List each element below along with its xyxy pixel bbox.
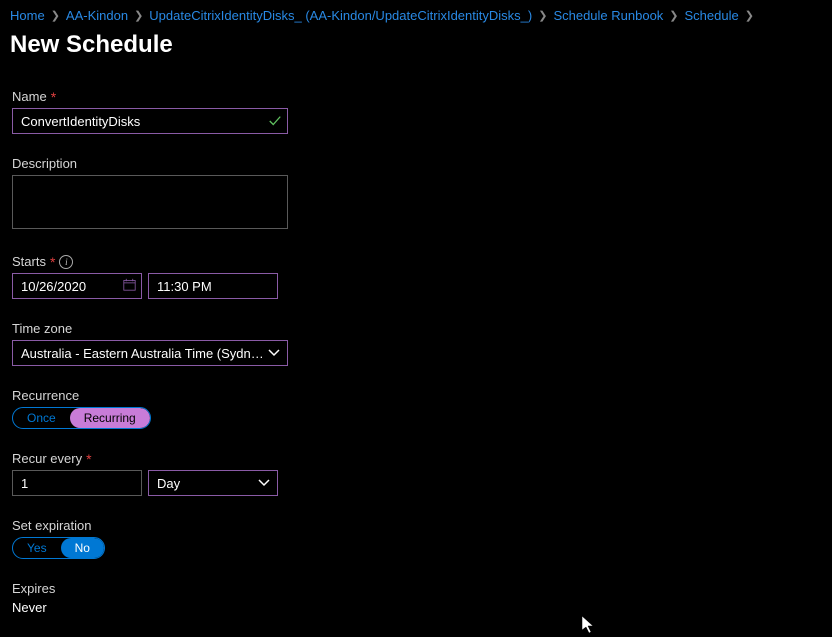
check-icon: [268, 114, 282, 128]
expiration-no[interactable]: No: [61, 538, 104, 558]
chevron-right-icon: ❯: [745, 9, 754, 22]
new-schedule-form: Name * Description Starts * i: [10, 89, 822, 615]
description-label: Description: [12, 156, 77, 171]
recurrence-recurring[interactable]: Recurring: [70, 408, 150, 428]
calendar-icon[interactable]: [123, 278, 136, 294]
expiration-toggle: Yes No: [12, 537, 105, 559]
start-time-input[interactable]: [148, 273, 278, 299]
expires-value: Never: [12, 600, 822, 615]
recurrence-once[interactable]: Once: [13, 408, 70, 428]
required-icon: *: [50, 255, 55, 269]
recur-count-input[interactable]: [12, 470, 142, 496]
page-title: New Schedule: [10, 31, 822, 59]
recur-every-label: Recur every: [12, 451, 82, 466]
expiration-yes[interactable]: Yes: [13, 538, 61, 558]
timezone-value: Australia - Eastern Australia Time (Sydn…: [21, 346, 264, 361]
breadcrumb-schedule[interactable]: Schedule: [685, 8, 739, 23]
breadcrumb-runbook[interactable]: UpdateCitrixIdentityDisks_ (AA-Kindon/Up…: [149, 8, 532, 23]
field-name: Name *: [12, 89, 822, 134]
chevron-right-icon: ❯: [669, 9, 678, 22]
starts-label: Starts: [12, 254, 46, 269]
expires-label: Expires: [12, 581, 55, 596]
recur-unit-value: Day: [157, 476, 180, 491]
recur-unit-select[interactable]: Day: [148, 470, 278, 496]
field-description: Description: [12, 156, 822, 232]
chevron-right-icon: ❯: [51, 9, 60, 22]
info-icon[interactable]: i: [59, 255, 73, 269]
breadcrumb: Home ❯ AA-Kindon ❯ UpdateCitrixIdentityD…: [10, 8, 822, 23]
field-starts: Starts * i: [12, 254, 822, 299]
description-input[interactable]: [12, 175, 288, 229]
chevron-right-icon: ❯: [134, 9, 143, 22]
set-expiration-label: Set expiration: [12, 518, 92, 533]
recurrence-toggle: Once Recurring: [12, 407, 151, 429]
field-expires: Expires Never: [12, 581, 822, 615]
name-input[interactable]: [12, 108, 288, 134]
breadcrumb-schedule-runbook[interactable]: Schedule Runbook: [553, 8, 663, 23]
name-label: Name: [12, 89, 47, 104]
field-recurrence: Recurrence Once Recurring: [12, 388, 822, 429]
breadcrumb-home[interactable]: Home: [10, 8, 45, 23]
required-icon: *: [86, 452, 91, 466]
cursor-icon: [582, 616, 596, 637]
timezone-label: Time zone: [12, 321, 72, 336]
timezone-select[interactable]: Australia - Eastern Australia Time (Sydn…: [12, 340, 288, 366]
field-set-expiration: Set expiration Yes No: [12, 518, 822, 559]
field-recur-every: Recur every * Day: [12, 451, 822, 496]
required-icon: *: [51, 90, 56, 104]
breadcrumb-aakindon[interactable]: AA-Kindon: [66, 8, 128, 23]
recurrence-label: Recurrence: [12, 388, 79, 403]
chevron-right-icon: ❯: [538, 9, 547, 22]
field-timezone: Time zone Australia - Eastern Australia …: [12, 321, 822, 366]
